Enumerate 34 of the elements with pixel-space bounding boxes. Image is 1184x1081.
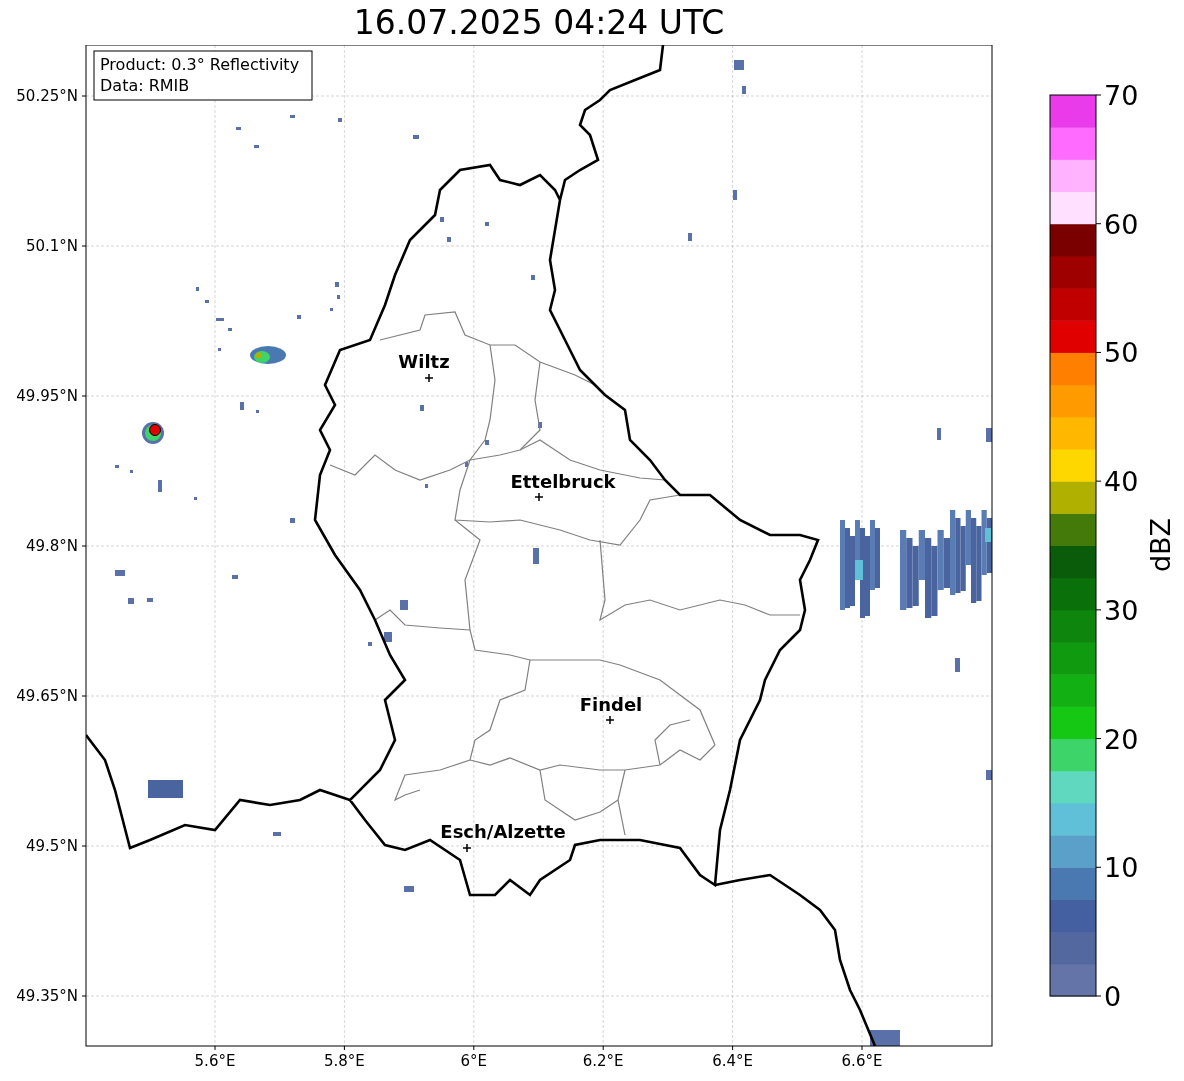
city-label: Ettelbruck bbox=[510, 471, 616, 492]
colorbar-tick-label: 0 bbox=[1104, 981, 1122, 1012]
axis-tick-label: 6°E bbox=[460, 1052, 488, 1070]
axis-tick-label: 49.5°N bbox=[25, 837, 78, 855]
axis-tick-label: 6.2°E bbox=[582, 1052, 624, 1070]
city-label: Wiltz bbox=[398, 351, 450, 372]
axis-tick-label: 49.8°N bbox=[25, 537, 78, 555]
info-text: Product: 0.3° Reflectivity bbox=[100, 55, 300, 74]
colorbar-tick-label: 70 bbox=[1104, 80, 1139, 111]
axis-tick-label: 49.65°N bbox=[16, 687, 78, 705]
radar-site-marker-icon bbox=[149, 424, 161, 436]
colorbar-tick-label: 30 bbox=[1104, 594, 1139, 626]
colorbar-tick-label: 50 bbox=[1104, 337, 1139, 369]
axis-tick-label: 6.6°E bbox=[841, 1052, 883, 1070]
colorbar-tick-label: 10 bbox=[1104, 852, 1139, 884]
city-marker-icon bbox=[534, 492, 544, 502]
city-marker-icon bbox=[424, 373, 434, 383]
info-text: Data: RMIB bbox=[100, 76, 190, 95]
colorbar-tick-label: 40 bbox=[1104, 466, 1139, 498]
axis-tick-label: 5.8°E bbox=[324, 1052, 365, 1070]
axis-tick-label: 49.35°N bbox=[16, 987, 78, 1005]
axis-tick-label: 50.25°N bbox=[16, 87, 78, 105]
axis-tick-label: 6.4°E bbox=[712, 1052, 753, 1070]
chart-title: 16.07.2025 04:24 UTC bbox=[353, 6, 725, 39]
city-label: Findel bbox=[579, 694, 643, 715]
city-marker-icon bbox=[462, 843, 472, 853]
city-marker-icon bbox=[605, 715, 615, 725]
axis-tick-label: 49.95°N bbox=[16, 387, 78, 405]
city-label: Esch/Alzette bbox=[440, 821, 566, 842]
axis-tick-label: 50.1°N bbox=[25, 237, 78, 255]
colorbar-tick-label: 60 bbox=[1104, 208, 1139, 240]
axis-tick-label: 5.6°E bbox=[194, 1052, 236, 1070]
colorbar-tick-label: 20 bbox=[1104, 723, 1139, 755]
colorbar-label: dBZ bbox=[1145, 517, 1176, 573]
